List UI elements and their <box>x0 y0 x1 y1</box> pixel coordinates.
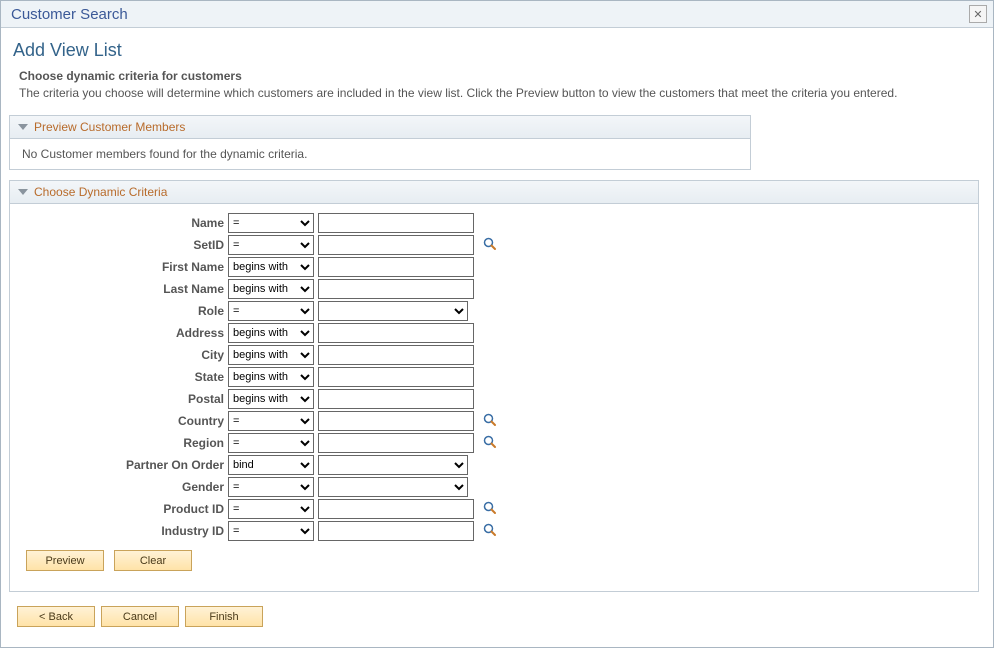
criteria-label: Industry ID <box>22 520 226 542</box>
instructions-body: The criteria you choose will determine w… <box>19 85 975 101</box>
criteria-row: Role= <box>22 300 500 322</box>
criteria-operator-select[interactable]: begins with <box>228 367 314 387</box>
criteria-section-body: Name=SetID=First Namebegins withLast Nam… <box>10 204 978 591</box>
criteria-operator-select[interactable]: = <box>228 499 314 519</box>
criteria-row: Addressbegins with <box>22 322 500 344</box>
criteria-row: Partner On Orderbind <box>22 454 500 476</box>
lookup-icon[interactable] <box>482 236 498 252</box>
criteria-label: City <box>22 344 226 366</box>
criteria-section: Choose Dynamic Criteria Name=SetID=First… <box>9 180 979 592</box>
triangle-down-icon <box>18 124 28 130</box>
criteria-value-input[interactable] <box>318 433 474 453</box>
criteria-row: Name= <box>22 212 500 234</box>
criteria-label: First Name <box>22 256 226 278</box>
criteria-row: Gender= <box>22 476 500 498</box>
criteria-value-input[interactable] <box>318 279 474 299</box>
lookup-icon[interactable] <box>482 412 498 428</box>
criteria-label: Partner On Order <box>22 454 226 476</box>
criteria-label: Region <box>22 432 226 454</box>
criteria-operator-select[interactable]: = <box>228 433 314 453</box>
criteria-row: Postalbegins with <box>22 388 500 410</box>
preview-section-title: Preview Customer Members <box>34 120 185 134</box>
criteria-operator-select[interactable]: = <box>228 521 314 541</box>
criteria-value-input[interactable] <box>318 521 474 541</box>
criteria-operator-select[interactable]: begins with <box>228 345 314 365</box>
criteria-label: Product ID <box>22 498 226 520</box>
instructions: Choose dynamic criteria for customers Th… <box>9 69 985 111</box>
lookup-icon[interactable] <box>482 522 498 538</box>
criteria-row: Citybegins with <box>22 344 500 366</box>
close-icon[interactable]: ✕ <box>969 5 987 23</box>
criteria-value-input[interactable] <box>318 345 474 365</box>
window-title: Customer Search <box>11 6 128 23</box>
criteria-row: Product ID= <box>22 498 500 520</box>
criteria-label: SetID <box>22 234 226 256</box>
criteria-button-row: Preview Clear <box>22 542 966 583</box>
cancel-button[interactable]: Cancel <box>101 606 179 627</box>
criteria-value-input[interactable] <box>318 411 474 431</box>
criteria-label: Name <box>22 212 226 234</box>
triangle-down-icon <box>18 189 28 195</box>
criteria-section-header[interactable]: Choose Dynamic Criteria <box>10 181 978 204</box>
criteria-value-select[interactable] <box>318 301 468 321</box>
finish-button[interactable]: Finish <box>185 606 263 627</box>
criteria-value-input[interactable] <box>318 389 474 409</box>
criteria-operator-select[interactable]: begins with <box>228 323 314 343</box>
back-button[interactable]: < Back <box>17 606 95 627</box>
criteria-label: Address <box>22 322 226 344</box>
titlebar: Customer Search ✕ <box>1 1 993 28</box>
criteria-row: SetID= <box>22 234 500 256</box>
criteria-label: State <box>22 366 226 388</box>
preview-section-body: No Customer members found for the dynami… <box>10 139 750 169</box>
lookup-icon[interactable] <box>482 500 498 516</box>
criteria-operator-select[interactable]: = <box>228 301 314 321</box>
criteria-row: First Namebegins with <box>22 256 500 278</box>
criteria-label: Country <box>22 410 226 432</box>
criteria-row: Industry ID= <box>22 520 500 542</box>
clear-button[interactable]: Clear <box>114 550 192 571</box>
criteria-value-input[interactable] <box>318 323 474 343</box>
criteria-row: Country= <box>22 410 500 432</box>
criteria-value-input[interactable] <box>318 235 474 255</box>
page-title: Add View List <box>9 34 985 69</box>
customer-search-dialog: Customer Search ✕ Add View List Choose d… <box>0 0 994 648</box>
criteria-operator-select[interactable]: = <box>228 477 314 497</box>
criteria-operator-select[interactable]: begins with <box>228 389 314 409</box>
criteria-section-title: Choose Dynamic Criteria <box>34 185 167 199</box>
criteria-operator-select[interactable]: = <box>228 213 314 233</box>
criteria-row: Last Namebegins with <box>22 278 500 300</box>
criteria-table: Name=SetID=First Namebegins withLast Nam… <box>22 212 500 542</box>
criteria-value-input[interactable] <box>318 257 474 277</box>
criteria-label: Gender <box>22 476 226 498</box>
instructions-heading: Choose dynamic criteria for customers <box>19 69 975 83</box>
criteria-value-input[interactable] <box>318 213 474 233</box>
criteria-value-select[interactable] <box>318 477 468 497</box>
criteria-label: Role <box>22 300 226 322</box>
criteria-operator-select[interactable]: = <box>228 235 314 255</box>
criteria-label: Last Name <box>22 278 226 300</box>
criteria-label: Postal <box>22 388 226 410</box>
preview-button[interactable]: Preview <box>26 550 104 571</box>
preview-section-header[interactable]: Preview Customer Members <box>10 116 750 139</box>
preview-empty-message: No Customer members found for the dynami… <box>22 147 307 161</box>
criteria-operator-select[interactable]: begins with <box>228 279 314 299</box>
criteria-value-select[interactable] <box>318 455 468 475</box>
criteria-row: Region= <box>22 432 500 454</box>
criteria-row: Statebegins with <box>22 366 500 388</box>
lookup-icon[interactable] <box>482 434 498 450</box>
wizard-button-row: < Back Cancel Finish <box>9 602 985 635</box>
criteria-value-input[interactable] <box>318 367 474 387</box>
criteria-operator-select[interactable]: bind <box>228 455 314 475</box>
criteria-value-input[interactable] <box>318 499 474 519</box>
criteria-operator-select[interactable]: begins with <box>228 257 314 277</box>
content-area: Add View List Choose dynamic criteria fo… <box>1 28 993 647</box>
preview-section: Preview Customer Members No Customer mem… <box>9 115 751 170</box>
criteria-operator-select[interactable]: = <box>228 411 314 431</box>
